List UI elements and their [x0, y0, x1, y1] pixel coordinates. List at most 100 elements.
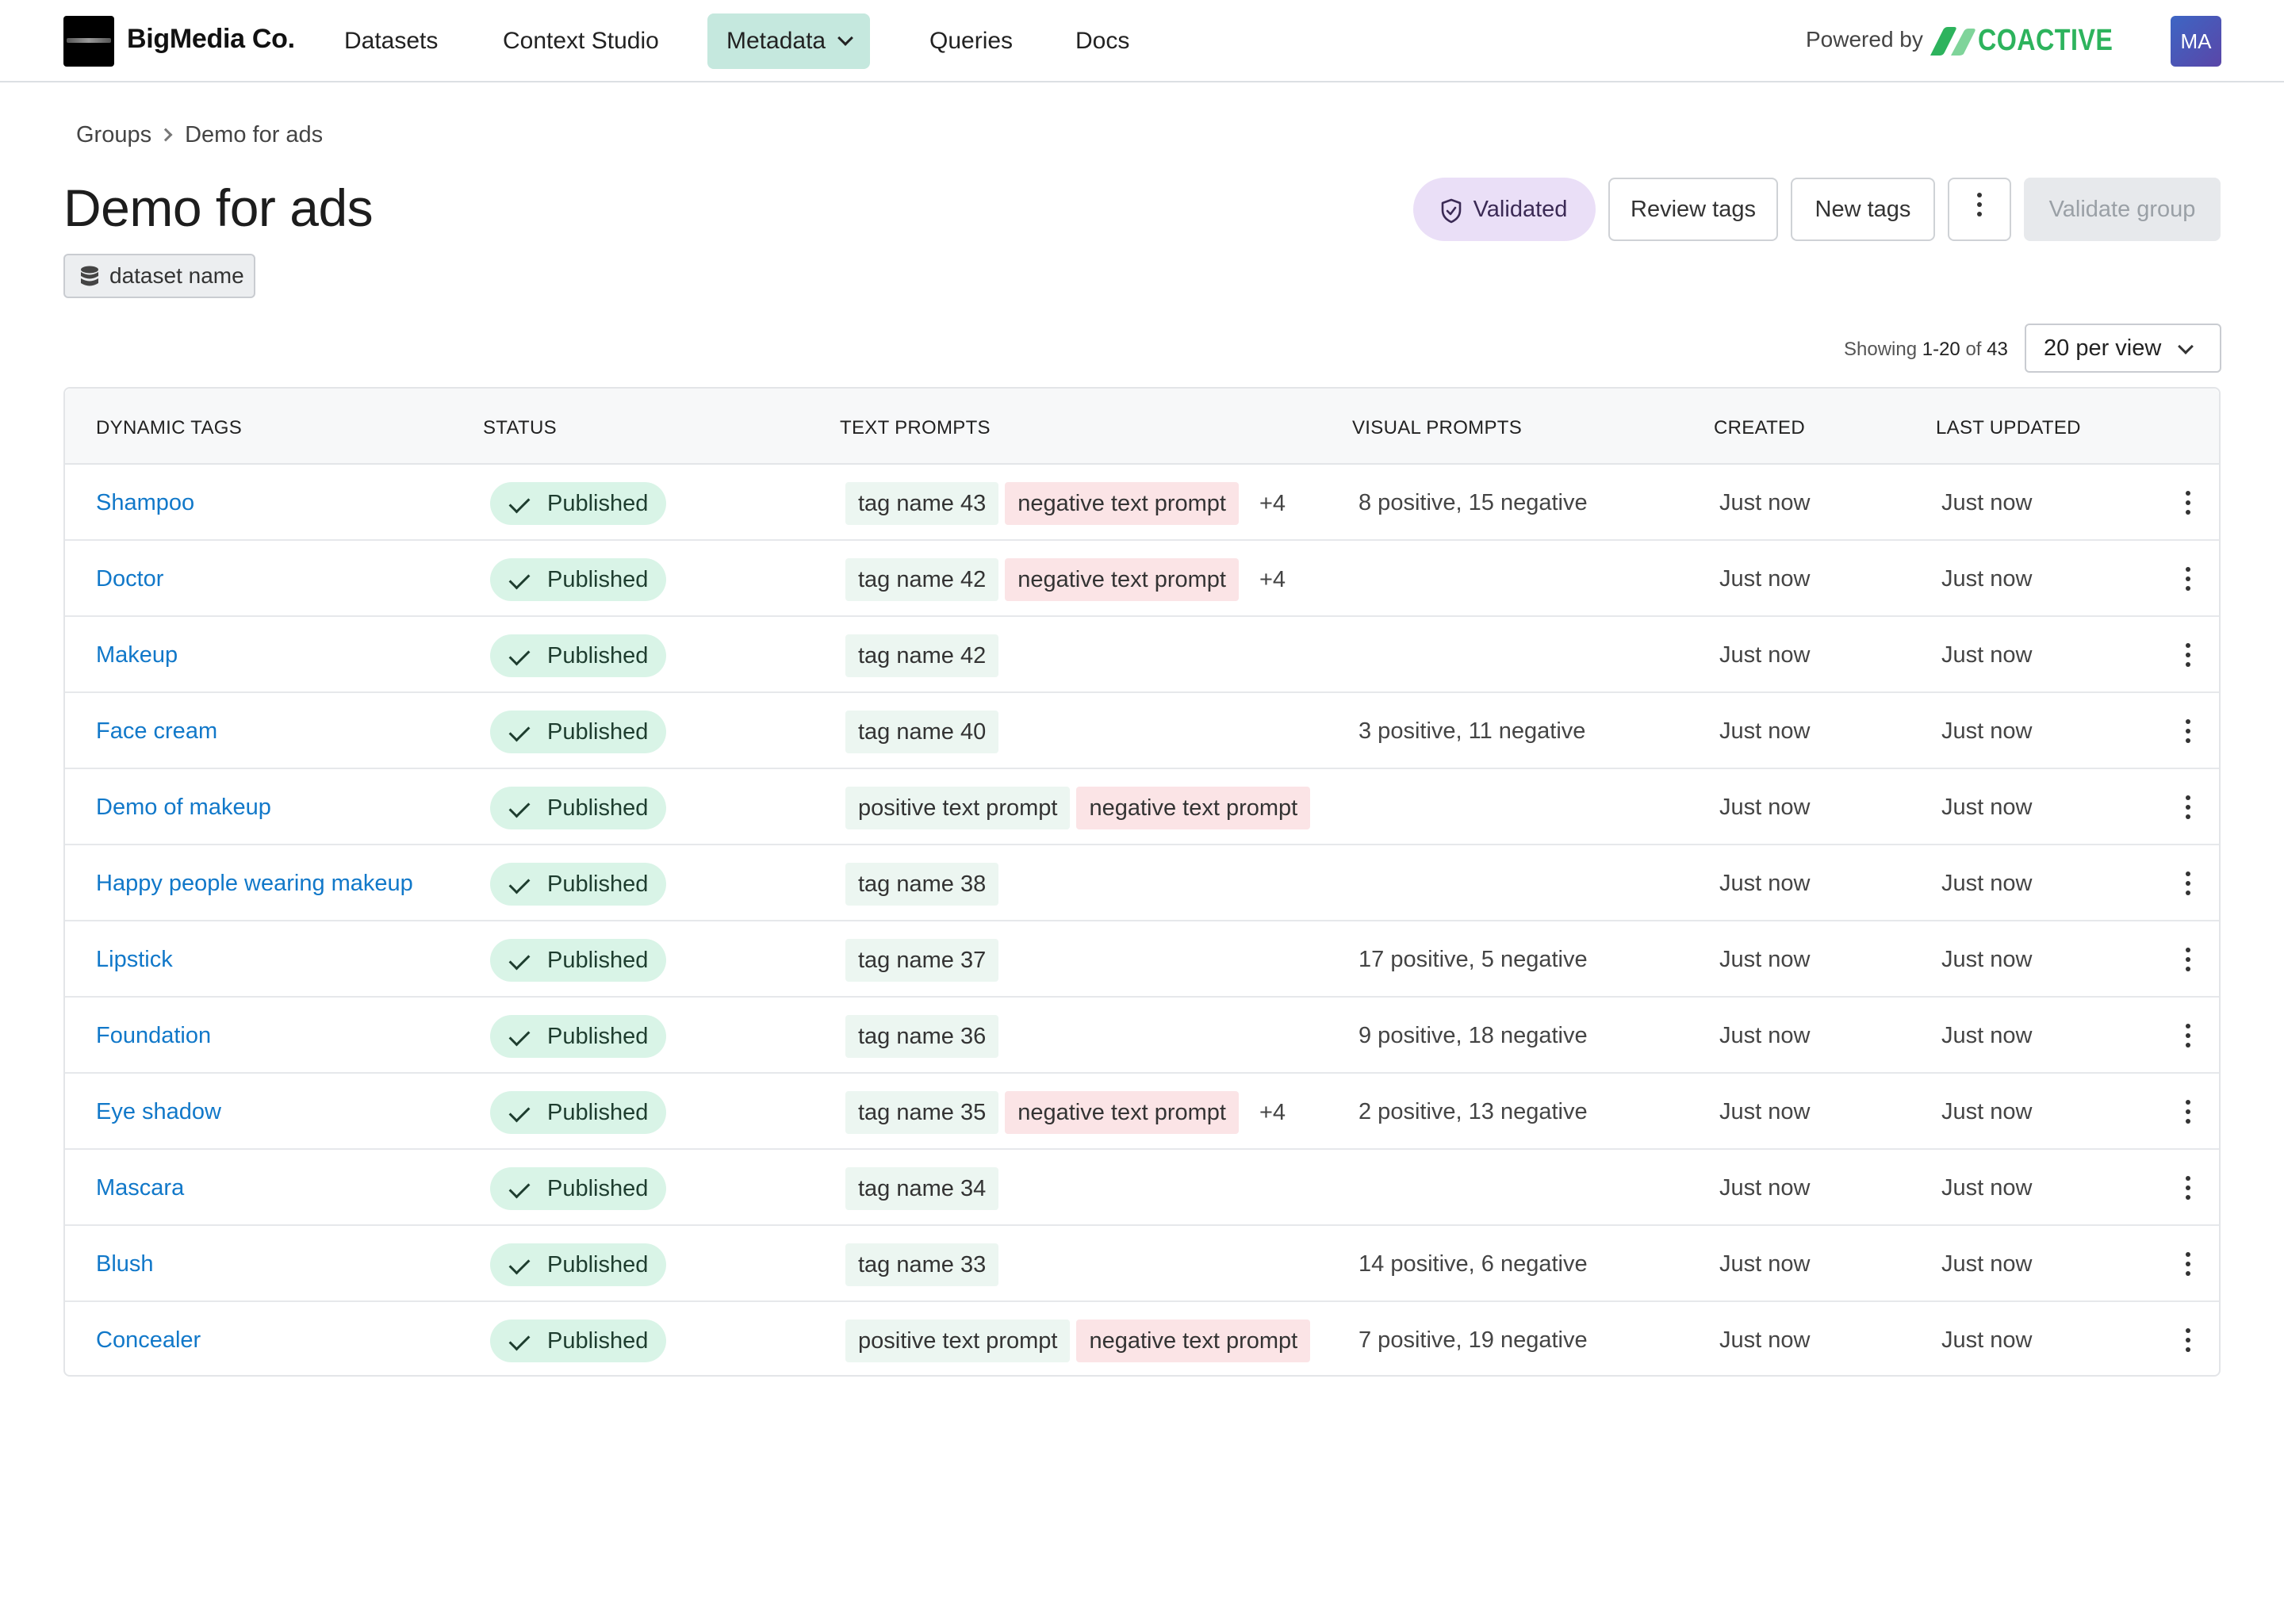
more-prompts-count[interactable]: +4	[1259, 558, 1286, 601]
tag-name-link[interactable]: Mascara	[96, 1150, 184, 1226]
positive-prompt-chip[interactable]: tag name 42	[845, 558, 999, 601]
text-prompts: tag name 34	[845, 1167, 1005, 1210]
row-menu-button[interactable]	[2176, 795, 2200, 819]
more-prompts-count[interactable]: +4	[1259, 482, 1286, 525]
row-menu-button[interactable]	[2176, 1176, 2200, 1200]
more-actions-button[interactable]	[1948, 178, 2011, 241]
nav-context-studio[interactable]: Context Studio	[484, 13, 678, 69]
tag-name-link[interactable]: Happy people wearing makeup	[96, 845, 413, 921]
table-row[interactable]: Makeup Published tag name 42 Just now Just n…	[65, 617, 2219, 693]
table-row[interactable]: Eye shadow Published tag name 35 negative t…	[65, 1074, 2219, 1150]
row-menu-button[interactable]	[2176, 719, 2200, 743]
table-row[interactable]: Lipstick Published tag name 37 17 positive,…	[65, 921, 2219, 998]
brand-logo[interactable]	[63, 16, 114, 67]
column-header-status[interactable]: STATUS	[483, 417, 557, 439]
created-time: Just now	[1719, 1327, 1811, 1353]
tag-name-link[interactable]: Eye shadow	[96, 1074, 221, 1150]
top-navigation: BigMedia Co. Datasets Context Studio Met…	[0, 0, 2284, 82]
table-row[interactable]: Foundation Published tag name 36 9 positive…	[65, 998, 2219, 1074]
text-prompts: tag name 36	[845, 1015, 1005, 1058]
table-row[interactable]: Concealer Published positive text prompt ne…	[65, 1302, 2219, 1378]
status-label: Published	[547, 1024, 649, 1049]
positive-prompt-chip[interactable]: tag name 33	[845, 1243, 999, 1286]
row-menu-button[interactable]	[2176, 1328, 2200, 1352]
status-label: Published	[547, 1252, 649, 1277]
text-prompts: tag name 37	[845, 939, 1005, 982]
nav-metadata[interactable]: Metadata	[707, 13, 871, 69]
tag-name-link[interactable]: Lipstick	[96, 921, 173, 998]
powered-by-label: Powered by	[1806, 27, 1923, 52]
positive-prompt-chip[interactable]: tag name 34	[845, 1167, 999, 1210]
tag-name-link[interactable]: Makeup	[96, 617, 178, 693]
tag-name-link[interactable]: Blush	[96, 1226, 154, 1302]
row-menu-button[interactable]	[2176, 491, 2200, 515]
positive-prompt-chip[interactable]: tag name 37	[845, 939, 999, 982]
tag-name-link[interactable]: Face cream	[96, 693, 217, 769]
positive-prompt-chip[interactable]: positive text prompt	[845, 1320, 1071, 1362]
more-prompts-count[interactable]: +4	[1259, 1091, 1286, 1134]
review-tags-button[interactable]: Review tags	[1608, 178, 1778, 241]
dataset-chip[interactable]: dataset name	[63, 254, 255, 298]
tag-name-link[interactable]: Doctor	[96, 541, 163, 617]
per-view-select[interactable]: 20 per view	[2025, 324, 2221, 373]
negative-prompt-chip[interactable]: negative text prompt	[1076, 787, 1311, 829]
table-row[interactable]: Doctor Published tag name 42 negative text …	[65, 541, 2219, 617]
brand-name[interactable]: BigMedia Co.	[127, 24, 295, 55]
breadcrumb-groups[interactable]: Groups	[76, 122, 151, 147]
row-menu-button[interactable]	[2176, 1252, 2200, 1276]
user-avatar[interactable]: MA	[2171, 16, 2221, 67]
negative-prompt-chip[interactable]: negative text prompt	[1005, 482, 1239, 525]
database-icon	[81, 266, 98, 286]
visual-prompts-summary: 8 positive, 15 negative	[1359, 490, 1588, 515]
last-updated-time: Just now	[1941, 947, 2033, 972]
positive-prompt-chip[interactable]: tag name 40	[845, 710, 999, 753]
last-updated-time: Just now	[1941, 1327, 2033, 1353]
negative-prompt-chip[interactable]: negative text prompt	[1005, 558, 1239, 601]
positive-prompt-chip[interactable]: tag name 36	[845, 1015, 999, 1058]
negative-prompt-chip[interactable]: negative text prompt	[1076, 1320, 1311, 1362]
nav-queries[interactable]: Queries	[910, 13, 1032, 69]
row-menu-button[interactable]	[2176, 567, 2200, 591]
text-prompts: positive text prompt negative text prompt	[845, 787, 1316, 829]
check-icon	[508, 1253, 531, 1275]
breadcrumb-current: Demo for ads	[185, 122, 324, 147]
column-header-created[interactable]: CREATED	[1714, 417, 1805, 439]
row-menu-button[interactable]	[2176, 1024, 2200, 1048]
positive-prompt-chip[interactable]: tag name 35	[845, 1091, 999, 1134]
row-menu-button[interactable]	[2176, 643, 2200, 667]
created-time: Just now	[1719, 642, 1811, 668]
tag-name-link[interactable]: Concealer	[96, 1302, 201, 1378]
column-header-visual-prompts[interactable]: VISUAL PROMPTS	[1352, 417, 1522, 439]
tag-name-link[interactable]: Foundation	[96, 998, 211, 1074]
row-menu-button[interactable]	[2176, 1100, 2200, 1124]
row-menu-button[interactable]	[2176, 948, 2200, 971]
row-menu-button[interactable]	[2176, 871, 2200, 895]
table-header: DYNAMIC TAGS STATUS TEXT PROMPTS VISUAL …	[65, 389, 2219, 465]
status-badge: Published	[490, 482, 666, 525]
positive-prompt-chip[interactable]: positive text prompt	[845, 787, 1071, 829]
positive-prompt-chip[interactable]: tag name 43	[845, 482, 999, 525]
positive-prompt-chip[interactable]: tag name 42	[845, 634, 999, 677]
table-row[interactable]: Shampoo Published tag name 43 negative text…	[65, 465, 2219, 541]
check-icon	[508, 872, 531, 894]
table-row[interactable]: Happy people wearing makeup Published tag …	[65, 845, 2219, 921]
table-row[interactable]: Mascara Published tag name 34 Just now Just …	[65, 1150, 2219, 1226]
validated-badge[interactable]: Validated	[1413, 178, 1596, 241]
validate-group-button[interactable]: Validate group	[2024, 178, 2221, 241]
status-badge: Published	[490, 1091, 666, 1134]
table-row[interactable]: Demo of makeup Published positive text pro…	[65, 769, 2219, 845]
positive-prompt-chip[interactable]: tag name 38	[845, 863, 999, 906]
nav-docs[interactable]: Docs	[1056, 13, 1148, 69]
column-header-dynamic-tags[interactable]: DYNAMIC TAGS	[96, 417, 242, 439]
status-badge: Published	[490, 863, 666, 906]
column-header-text-prompts[interactable]: TEXT PROMPTS	[840, 417, 991, 439]
negative-prompt-chip[interactable]: negative text prompt	[1005, 1091, 1239, 1134]
nav-datasets[interactable]: Datasets	[325, 13, 457, 69]
table-row[interactable]: Face cream Published tag name 40 3 positive…	[65, 693, 2219, 769]
column-header-last-updated[interactable]: LAST UPDATED	[1936, 417, 2081, 439]
visual-prompts-summary: 14 positive, 6 negative	[1359, 1251, 1588, 1277]
tag-name-link[interactable]: Demo of makeup	[96, 769, 271, 845]
new-tags-button[interactable]: New tags	[1791, 178, 1935, 241]
tag-name-link[interactable]: Shampoo	[96, 465, 194, 541]
table-row[interactable]: Blush Published tag name 33 14 positive, 6 …	[65, 1226, 2219, 1302]
